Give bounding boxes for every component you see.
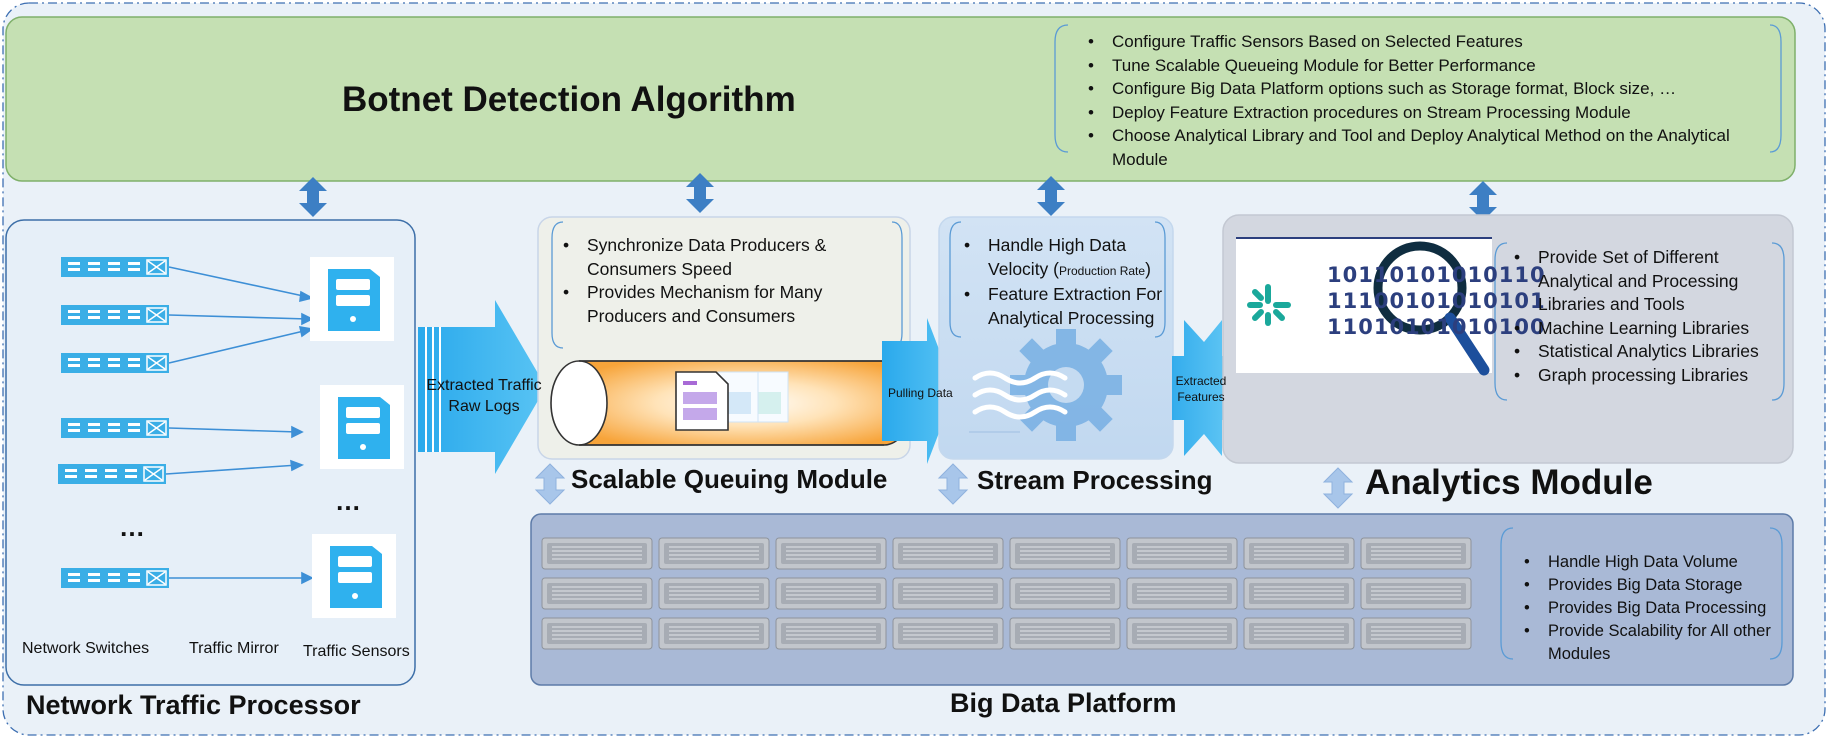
pulling-data-label: Pulling Data (888, 386, 953, 400)
network-switches-label: Network Switches (22, 640, 150, 657)
server-rack-unit (892, 537, 1004, 570)
network-title: Network Traffic Processor (26, 690, 361, 720)
algorithm-bullet: Deploy Feature Extraction procedures on … (1082, 101, 1772, 125)
gear-icon (1010, 329, 1122, 441)
traffic-mirror-label: Traffic Mirror (189, 640, 279, 657)
analytics-bullet: Machine Learning Libraries (1508, 317, 1780, 341)
server-rack-unit (541, 537, 653, 570)
server-rack-unit (658, 617, 770, 650)
server-rack-unit (892, 577, 1004, 610)
server-rack-unit (1126, 537, 1238, 570)
server-rack-unit (775, 537, 887, 570)
extracted-features-label: Extracted Features (1175, 374, 1227, 404)
algorithm-bullet: Configure Traffic Sensors Based on Selec… (1082, 30, 1772, 54)
stream-bullet-list: Handle High Data Velocity (Production Ra… (958, 234, 1163, 330)
server-rack-unit (1243, 577, 1355, 610)
queuing-bullet: Synchronize Data Producers & Consumers S… (557, 234, 887, 281)
server-rack-unit (658, 537, 770, 570)
server-rack-unit (1360, 577, 1472, 610)
bigdata-bullet-list: Handle High Data Volume Provides Big Dat… (1518, 551, 1780, 666)
stream-bullet-velocity: Handle High Data Velocity (Production Ra… (958, 234, 1163, 283)
algorithm-bullet: Choose Analytical Library and Tool and D… (1082, 124, 1772, 171)
sensor-group (310, 257, 404, 618)
raw-logs-arrow-label: Extracted Traffic Raw Logs (426, 377, 542, 415)
server-rack-unit (1243, 617, 1355, 650)
bigdata-title: Big Data Platform (950, 688, 1177, 718)
queuing-bullet: Provides Mechanism for Many Producers an… (557, 281, 887, 328)
algorithm-bullet: Tune Scalable Queueing Module for Better… (1082, 54, 1772, 78)
server-rack-unit (1360, 537, 1472, 570)
sensor-ellipsis: … (335, 486, 361, 516)
server-rack-unit (1009, 577, 1121, 610)
bigdata-bullet: Handle High Data Volume (1518, 551, 1780, 574)
analytics-bullet: Provide Set of Different Analytical and … (1508, 246, 1780, 317)
algorithm-bullet: Configure Big Data Platform options such… (1082, 77, 1772, 101)
traffic-sensors-label: Traffic Sensors (303, 643, 410, 660)
analytics-title: Analytics Module (1365, 463, 1653, 502)
bigdata-bullet: Provide Scalability for All other Module… (1518, 620, 1780, 666)
analytics-bullet: Graph processing Libraries (1508, 364, 1780, 388)
server-rack-unit (541, 617, 653, 650)
algorithm-bullet-list: Configure Traffic Sensors Based on Selec… (1082, 30, 1772, 171)
server-rack-unit (541, 577, 653, 610)
server-rack-unit (1126, 577, 1238, 610)
server-rack-unit (1009, 617, 1121, 650)
server-rack-unit (1243, 537, 1355, 570)
document-icons (675, 371, 789, 431)
server-rack-unit (1009, 537, 1121, 570)
server-rack-unit (658, 577, 770, 610)
switch-ellipsis: … (119, 512, 145, 542)
server-rack-unit (1126, 617, 1238, 650)
server-rack-unit (775, 617, 887, 650)
stream-bullet-feature: Feature Extraction For Analytical Proces… (958, 283, 1163, 330)
queuing-bullet-list: Synchronize Data Producers & Consumers S… (557, 234, 887, 328)
stream-title: Stream Processing (977, 465, 1213, 495)
algorithm-title: Botnet Detection Algorithm (342, 80, 796, 119)
server-rack-unit (1360, 617, 1472, 650)
server-rack-unit (775, 577, 887, 610)
server-rack-unit (892, 617, 1004, 650)
analytics-bullet: Statistical Analytics Libraries (1508, 340, 1780, 364)
bigdata-bullet: Provides Big Data Storage (1518, 574, 1780, 597)
bigdata-bullet: Provides Big Data Processing (1518, 597, 1780, 620)
analytics-bullet-list: Provide Set of Different Analytical and … (1508, 246, 1780, 387)
queuing-title: Scalable Queuing Module (571, 464, 888, 494)
